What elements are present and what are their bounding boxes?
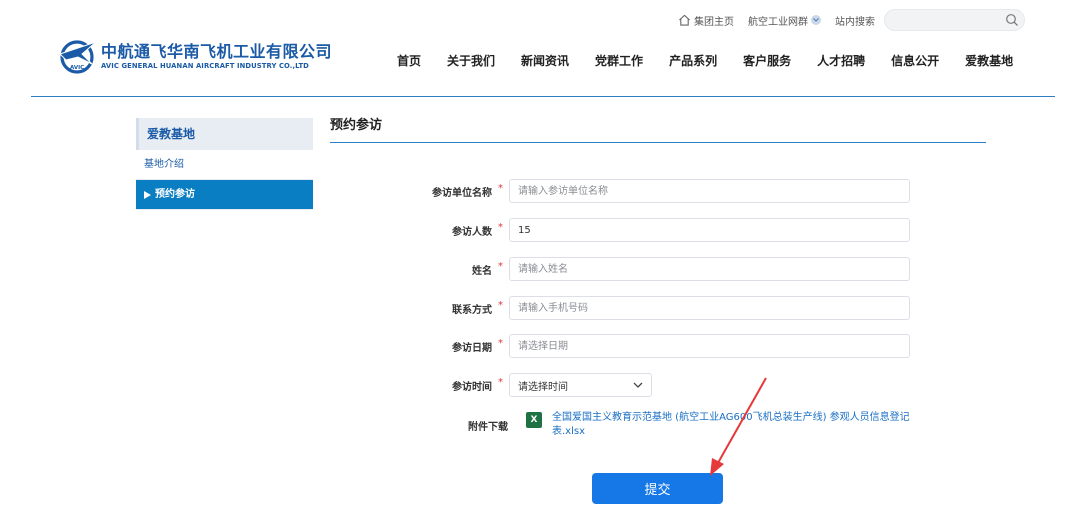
phone-input[interactable] — [509, 296, 910, 320]
visit-time-selected: 请选择时间 — [518, 381, 568, 393]
form-row-contact: 联系方式 * — [400, 296, 910, 320]
visitor-count-label: 参访人数 * — [452, 221, 503, 238]
utility-bar: 集团主页 航空工业网群 站内搜索 — [678, 9, 889, 31]
required-mark: * — [498, 260, 503, 272]
nav-item-about[interactable]: 关于我们 — [447, 52, 495, 69]
company-name-en: AVIC GENERAL HUANAN AIRCRAFT INDUSTRY CO… — [101, 61, 309, 70]
sidebar: 爱教基地 基地介绍 预约参访 — [136, 118, 313, 210]
form-row-visit-time: 参访时间 * 请选择时间 — [400, 373, 652, 397]
network-label: 航空工业网群 — [748, 16, 808, 28]
logo-text: 中航通飞华南飞机工业有限公司 AVIC GENERAL HUANAN AIRCR… — [101, 42, 332, 71]
main-nav: 首页 关于我们 新闻资讯 党群工作 产品系列 客户服务 人才招聘 信息公开 爱教… — [397, 52, 1013, 69]
triangle-right-icon — [144, 190, 151, 199]
home-icon — [679, 14, 690, 26]
chevron-down-icon — [633, 382, 643, 388]
company-name-cn: 中航通飞华南飞机工业有限公司 — [101, 41, 333, 61]
name-label: 姓名 * — [472, 260, 503, 277]
visit-time-label: 参访时间 * — [452, 376, 503, 393]
nav-item-party[interactable]: 党群工作 — [595, 52, 643, 69]
visit-date-label: 参访日期 * — [452, 337, 503, 354]
visitor-count-input[interactable] — [509, 218, 910, 242]
nav-item-disclosure[interactable]: 信息公开 — [891, 52, 939, 69]
header-divider — [31, 96, 1055, 97]
title-divider — [330, 142, 986, 143]
attachment-download: X 全国爱国主义教育示范基地 (航空工业AG600飞机总装生产线) 参观人员信息… — [526, 411, 916, 439]
contact-label: 联系方式 * — [452, 299, 503, 316]
nav-item-education-base[interactable]: 爱教基地 — [965, 52, 1013, 69]
nav-item-careers[interactable]: 人才招聘 — [817, 52, 865, 69]
sidebar-title: 爱教基地 — [136, 118, 313, 150]
excel-file-icon: X — [526, 412, 542, 428]
unit-name-label: 参访单位名称 * — [432, 182, 503, 199]
sidebar-item-visit-booking[interactable]: 预约参访 — [136, 180, 313, 210]
chevron-down-icon — [811, 15, 821, 25]
logo-mark-text: AVIC — [70, 65, 84, 71]
form-row-unit-name: 参访单位名称 * — [400, 179, 910, 203]
visit-date-input[interactable] — [509, 334, 910, 358]
search-box — [884, 9, 1025, 31]
nav-item-home[interactable]: 首页 — [397, 52, 421, 69]
group-home-link[interactable]: 集团主页 — [678, 13, 734, 28]
nav-item-news[interactable]: 新闻资讯 — [521, 52, 569, 69]
required-mark: * — [498, 337, 503, 349]
nav-item-products[interactable]: 产品系列 — [669, 52, 717, 69]
form-row-name: 姓名 * — [400, 257, 910, 281]
network-dropdown[interactable]: 航空工业网群 — [748, 13, 821, 28]
group-home-label: 集团主页 — [694, 16, 734, 28]
name-input[interactable] — [509, 257, 910, 281]
form-row-visitor-count: 参访人数 * — [400, 218, 910, 242]
search-input[interactable] — [885, 10, 995, 30]
sidebar-item-label: 基地介绍 — [144, 159, 184, 170]
submit-button[interactable]: 提交 — [592, 473, 723, 504]
page-title: 预约参访 — [330, 118, 383, 133]
form-row-visit-date: 参访日期 * — [400, 334, 910, 358]
sidebar-item-label: 预约参访 — [155, 188, 195, 200]
required-mark: * — [498, 376, 503, 388]
avic-logo-icon: AVIC — [59, 40, 97, 74]
visit-time-select[interactable]: 请选择时间 — [509, 373, 652, 397]
required-mark: * — [498, 299, 503, 311]
site-search-label: 站内搜索 — [835, 16, 875, 28]
attachment-link[interactable]: 全国爱国主义教育示范基地 (航空工业AG600飞机总装生产线) 参观人员信息登记… — [552, 411, 916, 439]
attachment-label: 附件下载 — [468, 422, 508, 433]
unit-name-input[interactable] — [509, 179, 910, 203]
nav-item-service[interactable]: 客户服务 — [743, 52, 791, 69]
required-mark: * — [498, 182, 503, 194]
required-mark: * — [498, 221, 503, 233]
company-logo[interactable]: AVIC 中航通飞华南飞机工业有限公司 AVIC GENERAL HUANAN … — [58, 38, 332, 74]
sidebar-item-base-intro[interactable]: 基地介绍 — [136, 150, 313, 180]
search-icon[interactable] — [1005, 13, 1019, 27]
